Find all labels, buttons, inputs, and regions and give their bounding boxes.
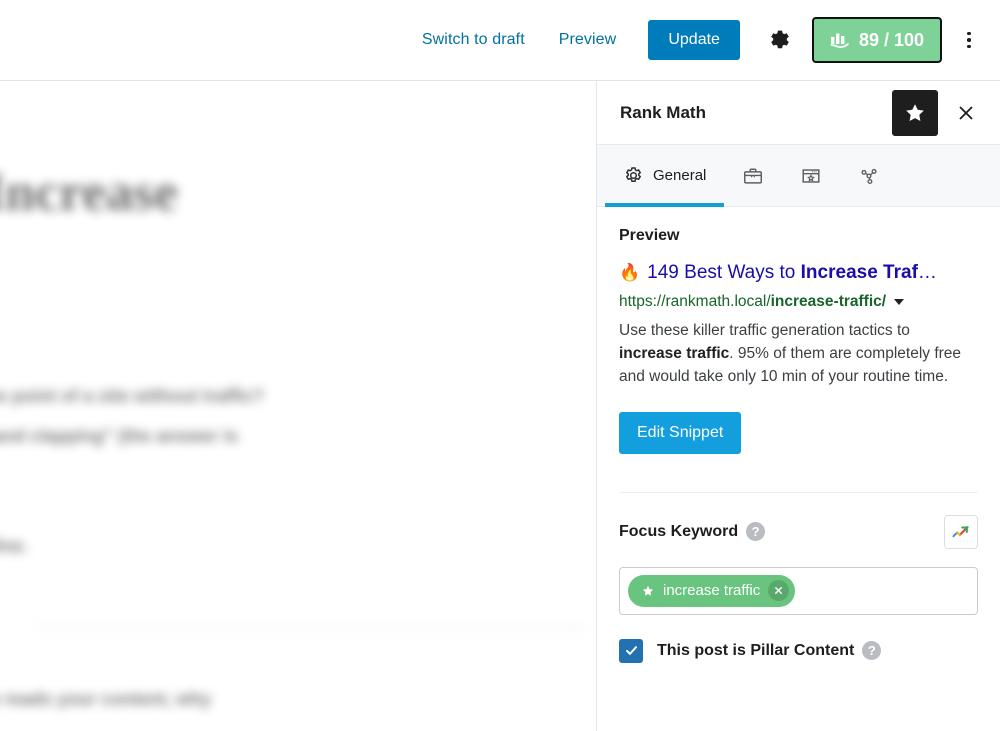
schema-browser-star-icon — [800, 165, 822, 187]
social-share-icon — [858, 165, 880, 187]
chevron-down-icon[interactable] — [894, 299, 904, 305]
preview-section-title: Preview — [619, 227, 978, 245]
tab-advanced[interactable] — [724, 145, 782, 206]
rank-math-sidebar: Rank Math General — [596, 81, 1000, 731]
snippet-url[interactable]: https://rankmath.local/increase-traffic/ — [619, 293, 978, 311]
rank-math-header: Rank Math — [597, 81, 1000, 145]
desc-keyword-bold: increase traffic — [619, 345, 729, 362]
update-button[interactable]: Update — [648, 20, 740, 60]
kebab-dot — [967, 38, 971, 42]
snippet-title-ellipsis: … — [918, 262, 937, 283]
settings-gear-icon[interactable] — [762, 22, 798, 58]
close-panel-button[interactable] — [946, 93, 986, 133]
desc-part-1: Use these killer traffic generation tact… — [619, 322, 910, 339]
google-trends-button[interactable] — [944, 515, 978, 549]
snippet-url-domain: https://rankmath.local/ — [619, 293, 771, 310]
pillar-content-checkbox[interactable] — [619, 639, 643, 663]
kebab-dot — [967, 45, 971, 49]
keyword-pill-label: increase traffic — [663, 582, 760, 599]
fire-emoji-icon: 🔥 — [619, 262, 640, 283]
seo-score-value: 89 / 100 — [859, 30, 924, 51]
tab-general[interactable]: General — [605, 145, 724, 206]
remove-keyword-icon[interactable] — [768, 580, 789, 601]
pillar-content-row: This post is Pillar Content ? — [619, 639, 978, 663]
help-icon[interactable]: ? — [862, 641, 881, 660]
close-icon — [956, 103, 976, 123]
star-icon — [903, 101, 927, 125]
section-divider — [619, 492, 978, 493]
edit-snippet-button[interactable]: Edit Snippet — [619, 412, 741, 454]
check-icon — [624, 643, 639, 658]
gear-icon — [768, 28, 792, 52]
tab-general-label: General — [653, 167, 706, 184]
rank-math-tabs: General — [597, 145, 1000, 207]
tab-schema[interactable] — [782, 145, 840, 206]
close-icon — [773, 585, 784, 596]
focus-keyword-header: Focus Keyword ? — [619, 515, 978, 549]
seo-score-icon — [830, 31, 850, 49]
kebab-dot — [967, 32, 971, 36]
snippet-title[interactable]: 🔥 149 Best Ways to Increase Traf… — [619, 261, 978, 285]
seo-score-badge[interactable]: 89 / 100 — [812, 17, 942, 63]
panel-title: Rank Math — [620, 103, 892, 123]
snippet-title-bold: Increase Traf — [801, 262, 918, 283]
keyword-pill[interactable]: increase traffic — [628, 575, 795, 607]
post-paragraph-line: ne reads your content, why — [0, 689, 211, 710]
preview-link[interactable]: Preview — [549, 23, 627, 57]
rank-math-star-button[interactable] — [892, 90, 938, 136]
post-paragraph-line: hand clapping” (the answer is — [0, 426, 238, 447]
star-icon — [641, 584, 655, 598]
wordpress-editor-screen: Switch to draft Preview Update 89 / 100 — [0, 0, 1000, 731]
horizontal-rule — [36, 626, 586, 628]
briefcase-icon — [742, 165, 764, 187]
google-trends-icon — [951, 522, 971, 542]
post-heading: Increase — [0, 161, 178, 223]
tab-social[interactable] — [840, 145, 898, 206]
snippet-preview-section: Preview 🔥 149 Best Ways to Increase Traf… — [597, 207, 1000, 663]
post-paragraph-line: he point of a site without traffic? — [0, 386, 264, 407]
more-options-icon[interactable] — [952, 20, 986, 60]
focus-keyword-input[interactable]: increase traffic — [619, 567, 978, 615]
snippet-title-plain: 149 Best Ways to — [647, 262, 800, 283]
switch-to-draft-link[interactable]: Switch to draft — [412, 23, 535, 57]
gear-icon — [623, 165, 644, 186]
snippet-description: Use these killer traffic generation tact… — [619, 320, 975, 389]
snippet-url-slug: increase-traffic/ — [771, 293, 886, 310]
pillar-content-label: This post is Pillar Content — [657, 642, 854, 660]
editor-top-bar: Switch to draft Preview Update 89 / 100 — [0, 0, 1000, 81]
help-icon[interactable]: ? — [746, 522, 765, 541]
post-paragraph-line: fline. — [0, 536, 28, 557]
post-content-canvas[interactable]: Increase he point of a site without traf… — [0, 81, 596, 731]
focus-keyword-label: Focus Keyword — [619, 523, 738, 541]
